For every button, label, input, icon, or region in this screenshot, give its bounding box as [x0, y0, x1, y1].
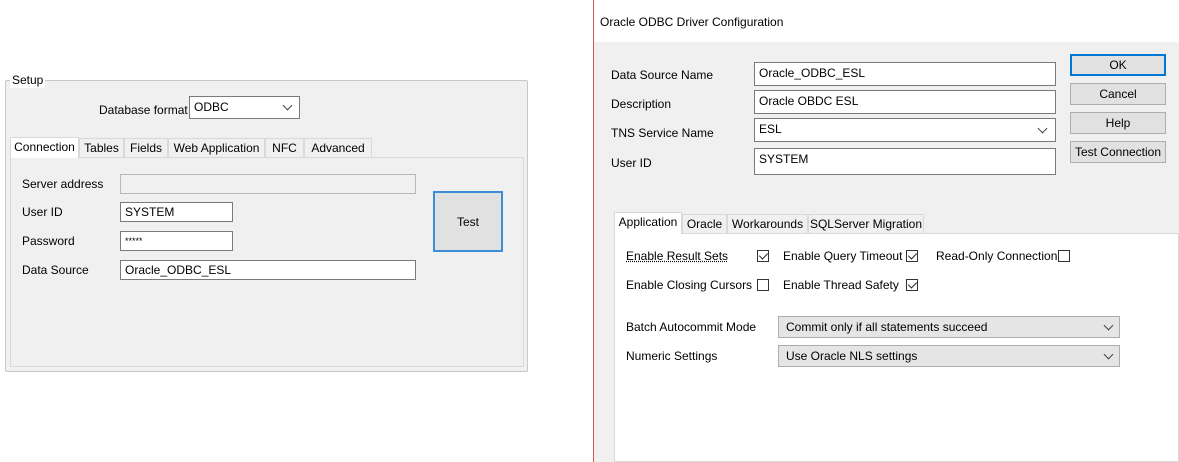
user-id-value: SYSTEM	[125, 205, 175, 219]
password-value: *****	[125, 236, 143, 246]
chevron-down-icon	[1103, 320, 1114, 331]
database-format-select[interactable]: ODBC	[189, 96, 300, 119]
tab-label: NFC	[272, 141, 297, 155]
ok-button-label: OK	[1109, 58, 1127, 72]
enable-result-sets-checkbox[interactable]	[757, 250, 769, 262]
data-source-field[interactable]: Oracle_ODBC_ESL	[120, 260, 416, 280]
user-id-value: SYSTEM	[759, 152, 809, 166]
test-button[interactable]: Test	[433, 191, 503, 252]
tab-fields[interactable]: Fields	[124, 138, 168, 158]
numeric-settings-select[interactable]: Use Oracle NLS settings	[778, 345, 1120, 367]
tns-service-name-label: TNS Service Name	[611, 126, 714, 140]
tab-workarounds[interactable]: Workarounds	[727, 214, 808, 234]
chevron-down-icon	[1037, 123, 1048, 134]
dialog-title: Oracle ODBC Driver Configuration	[600, 15, 784, 29]
tab-nfc[interactable]: NFC	[265, 138, 304, 158]
test-button-label: Test	[456, 215, 479, 229]
tab-web-application[interactable]: Web Application	[168, 138, 265, 158]
chevron-down-icon	[1103, 349, 1114, 360]
batch-autocommit-mode-select[interactable]: Commit only if all statements succeed	[778, 316, 1120, 338]
database-format-label: Database format	[99, 103, 188, 117]
tab-label: Advanced	[311, 141, 365, 155]
data-source-value: Oracle_ODBC_ESL	[125, 263, 232, 277]
dialog-title-bar[interactable]: Oracle ODBC Driver Configuration	[594, 0, 1179, 42]
tab-label: Web Application	[173, 141, 260, 155]
server-address-label: Server address	[22, 177, 104, 191]
data-source-name-label: Data Source Name	[611, 68, 714, 82]
data-source-name-field[interactable]: Oracle_ODBC_ESL	[754, 62, 1056, 86]
user-id-field[interactable]: SYSTEM	[754, 148, 1056, 175]
enable-thread-safety-checkbox[interactable]	[906, 279, 918, 291]
help-button[interactable]: Help	[1070, 112, 1166, 134]
tab-application[interactable]: Application	[614, 212, 682, 234]
cancel-button[interactable]: Cancel	[1070, 83, 1166, 105]
numeric-settings-value: Use Oracle NLS settings	[786, 349, 918, 363]
tab-label: Application	[618, 215, 678, 229]
tns-service-name-value: ESL	[759, 122, 782, 136]
tab-label: Connection	[14, 140, 75, 154]
tab-advanced[interactable]: Advanced	[304, 138, 372, 158]
setup-panel: Setup Database format ODBC Connection Ta…	[0, 0, 540, 462]
batch-autocommit-mode-value: Commit only if all statements succeed	[786, 320, 988, 334]
tab-label: Tables	[84, 141, 119, 155]
setup-group-label: Setup	[10, 72, 46, 88]
read-only-connection-label: Read-Only Connection	[936, 249, 1058, 263]
tab-oracle[interactable]: Oracle	[682, 214, 727, 234]
test-connection-button-label: Test Connection	[1074, 145, 1162, 159]
enable-query-timeout-checkbox[interactable]	[906, 250, 918, 262]
user-id-label: User ID	[611, 156, 652, 170]
check-icon	[907, 279, 918, 289]
description-value: Oracle OBDC ESL	[759, 94, 859, 108]
enable-closing-cursors-label: Enable Closing Cursors	[626, 278, 753, 292]
server-address-field	[120, 174, 416, 194]
password-label: Password	[22, 234, 75, 248]
oracle-odbc-dialog: Oracle ODBC Driver Configuration Data So…	[593, 0, 1179, 462]
batch-autocommit-mode-label: Batch Autocommit Mode	[626, 320, 757, 334]
enable-query-timeout-label: Enable Query Timeout	[783, 249, 903, 263]
user-id-field[interactable]: SYSTEM	[120, 202, 233, 222]
user-id-label: User ID	[22, 205, 63, 219]
enable-result-sets-label: Enable Result Sets	[626, 249, 729, 263]
data-source-label: Data Source	[22, 263, 89, 277]
enable-closing-cursors-checkbox[interactable]	[757, 279, 769, 291]
tab-label: Oracle	[686, 217, 723, 231]
tab-label: Fields	[129, 141, 162, 155]
check-icon	[758, 250, 769, 260]
read-only-connection-checkbox[interactable]	[1058, 250, 1070, 262]
cancel-button-label: Cancel	[1099, 87, 1137, 101]
help-button-label: Help	[1105, 116, 1131, 130]
tab-label: SQLServer Migration	[809, 217, 923, 231]
ok-button[interactable]: OK	[1070, 54, 1166, 76]
tab-sqlserver-migration[interactable]: SQLServer Migration	[808, 214, 924, 234]
enable-thread-safety-label: Enable Thread Safety	[783, 278, 899, 292]
tab-tables[interactable]: Tables	[79, 138, 124, 158]
data-source-name-value: Oracle_ODBC_ESL	[759, 66, 866, 80]
tns-service-name-select[interactable]: ESL	[754, 118, 1056, 142]
chevron-down-icon	[282, 100, 293, 111]
description-field[interactable]: Oracle OBDC ESL	[754, 90, 1056, 114]
tab-connection[interactable]: Connection	[10, 137, 79, 158]
database-format-value: ODBC	[194, 100, 229, 114]
tab-label: Workarounds	[731, 217, 804, 231]
check-icon	[907, 250, 918, 260]
password-field[interactable]: *****	[120, 231, 233, 251]
numeric-settings-label: Numeric Settings	[626, 349, 718, 363]
description-label: Description	[611, 97, 672, 111]
test-connection-button[interactable]: Test Connection	[1070, 141, 1166, 163]
